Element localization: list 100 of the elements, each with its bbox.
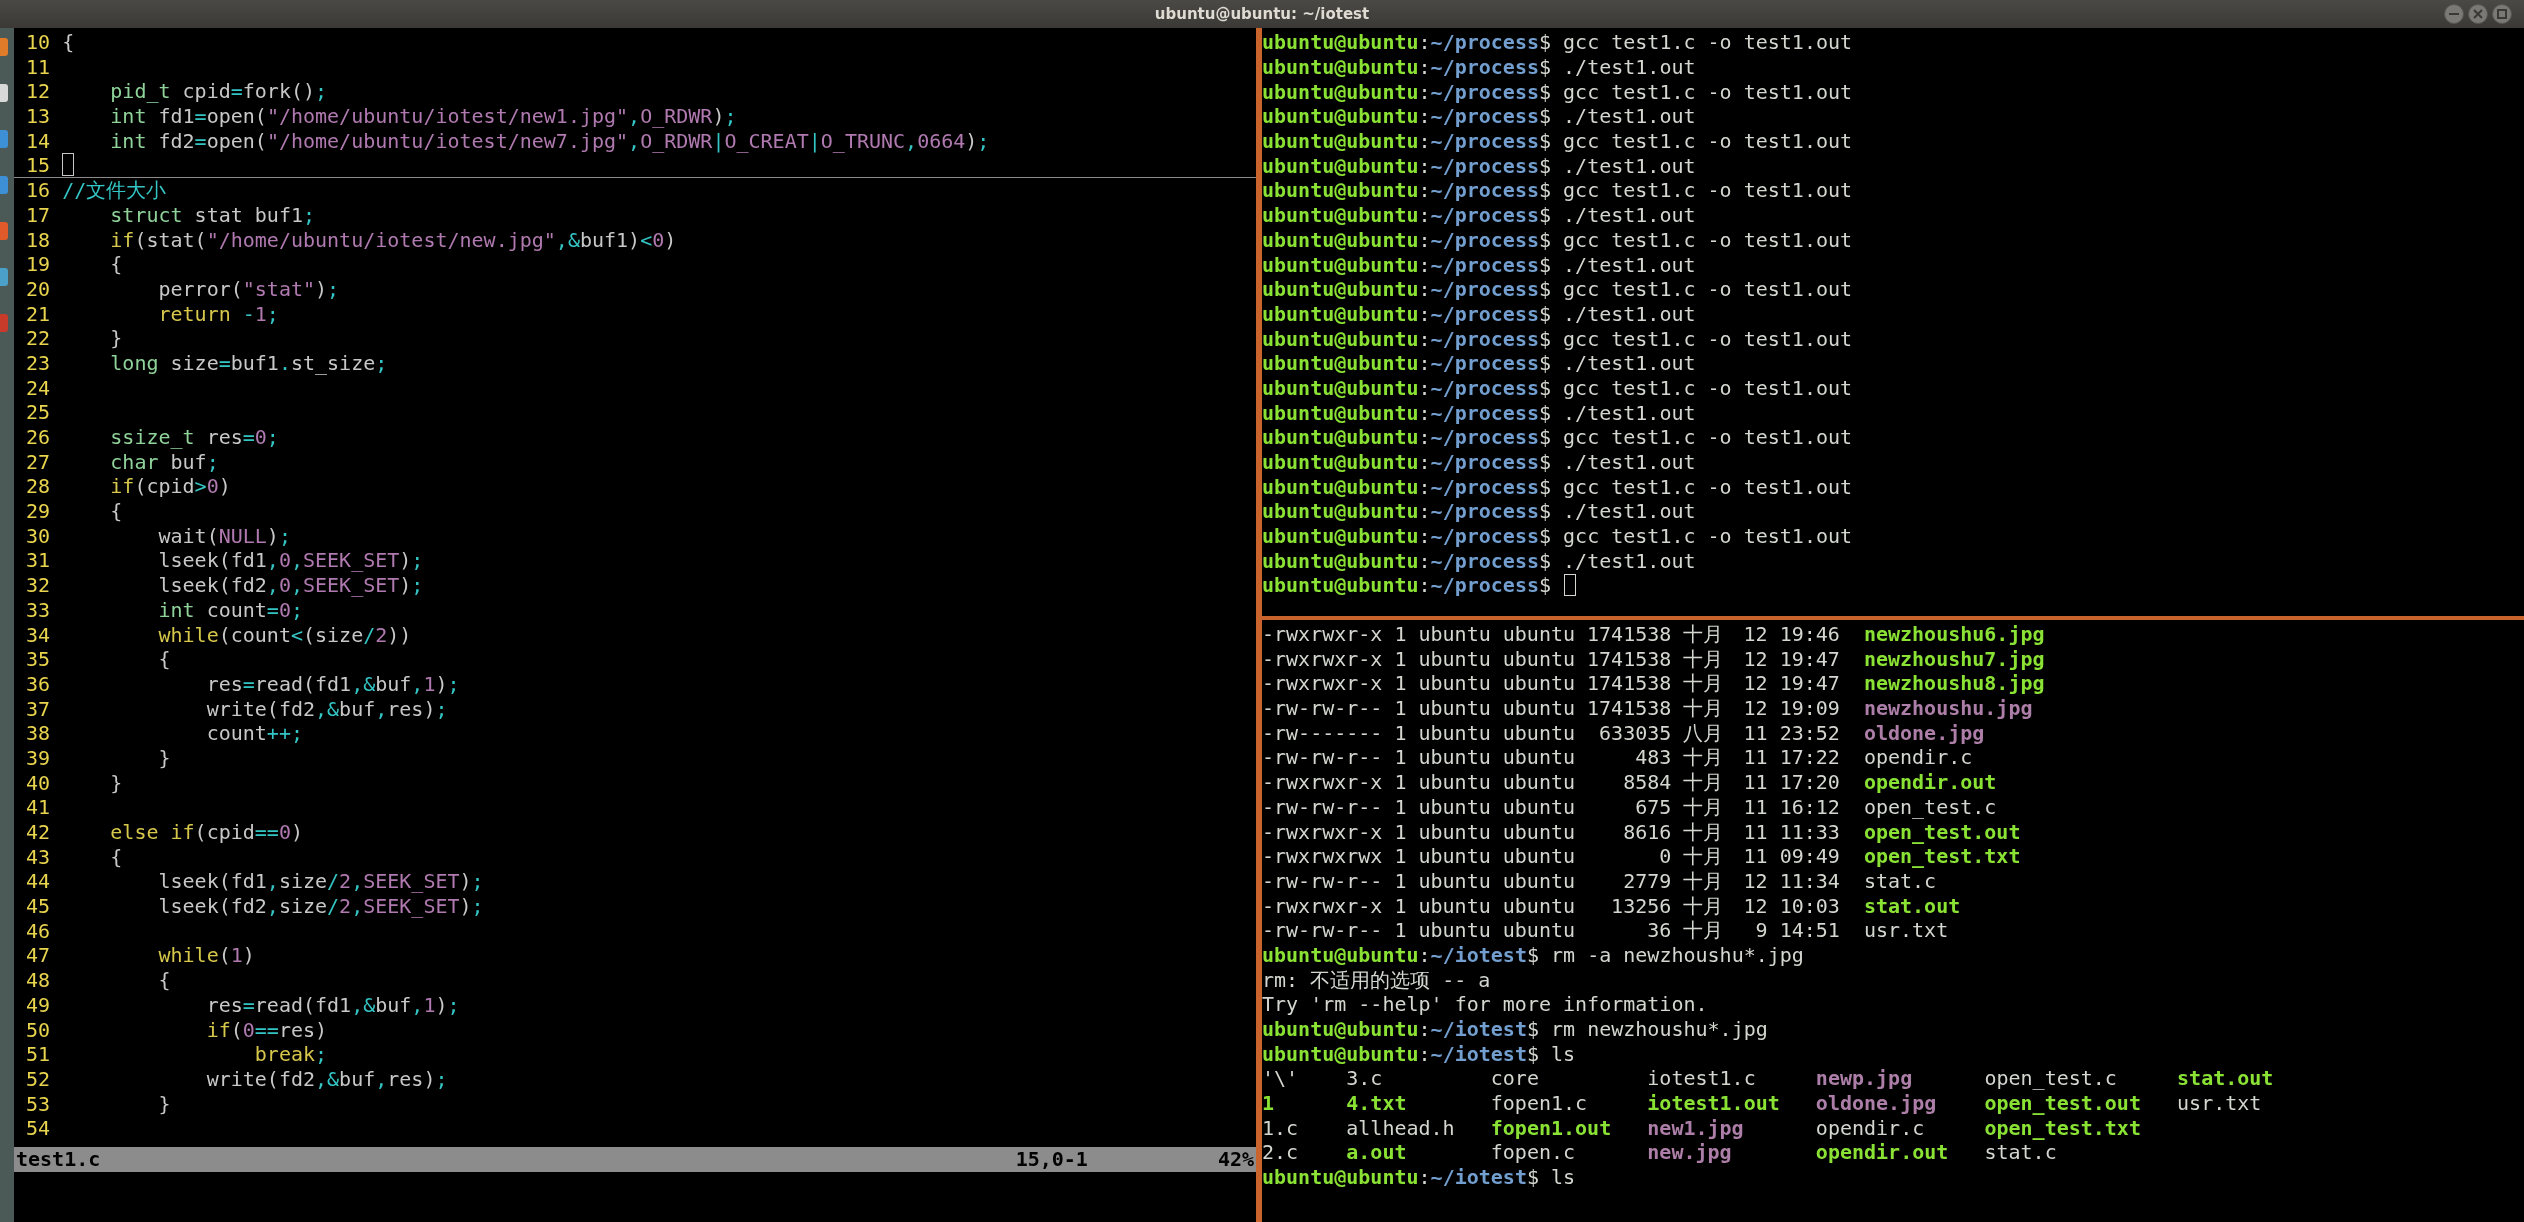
line-number: 47 (25, 943, 51, 969)
line-number: 44 (25, 869, 51, 895)
line-number: 17 (25, 202, 51, 228)
code-line: char buf; (109, 449, 219, 475)
code-line: } (157, 1091, 171, 1117)
line-number: 50 (25, 1017, 51, 1043)
line-number: 22 (25, 326, 51, 351)
code-line: ssize_t res=0; (109, 425, 279, 450)
code-line: if(0==res) (205, 1017, 328, 1043)
app-icon[interactable] (0, 176, 8, 194)
code-line: { (62, 30, 75, 55)
terminal-line: -rw-rw-r-- 1 ubuntu ubuntu 675 十月 11 16:12 open_test.c (1262, 794, 1997, 820)
terminal-line: ubuntu@ubuntu:~/process$ gcc test1.c -o test1.out (1262, 177, 1853, 205)
terminal-line: ubuntu@ubuntu:~/process$ ./test1.out (1262, 498, 1696, 526)
code-line: struct stat buf1; (109, 202, 316, 228)
terminal-line: -rw-rw-r-- 1 ubuntu ubuntu 36 十月 9 14:51 usr.txt (1262, 918, 1949, 943)
file-name: opendir.c (1815, 1115, 1925, 1140)
file-name: 2.c (1262, 1140, 1299, 1165)
line-number: 36 (25, 671, 51, 697)
code-line: int count=0; (157, 597, 303, 623)
terminal-line: ubuntu@ubuntu:~/process$ ./test1.out (1262, 399, 1696, 427)
file-name: newp.jpg (1815, 1066, 1913, 1091)
file-name: 1.c (1262, 1115, 1299, 1140)
terminal-line: -rwxrwxr-x 1 ubuntu ubuntu 8616 十月 11 11:33 open_test.out (1262, 819, 2021, 845)
line-number: 37 (25, 696, 51, 722)
line-number: 38 (25, 721, 51, 746)
line-number: 30 (25, 523, 51, 549)
terminal-line: Try 'rm --help' for more information. (1262, 992, 1708, 1017)
terminal-line: rm: 不适用的选项 -- a (1262, 967, 1491, 992)
app-icon[interactable] (0, 84, 8, 102)
app-icon[interactable] (0, 38, 8, 56)
line-number: 19 (25, 252, 51, 277)
close-icon (2473, 9, 2483, 19)
terminal-line: -rwxrwxr-x 1 ubuntu ubuntu 1741538 十月 12 19:47 newzhoushu7.jpg (1262, 646, 2045, 672)
cursor-position: 15,0-1 (1015, 1146, 1088, 1174)
line-number: 10 (25, 30, 51, 55)
terminal-line: -rwxrwxrwx 1 ubuntu ubuntu 0 十月 11 09:49 open_test.txt (1262, 844, 2021, 869)
code-line: lseek(fd2,size/2,SEEK_SET); (157, 894, 484, 919)
code-line: { (109, 252, 123, 277)
code-line: while(1) (157, 943, 255, 969)
line-number: 12 (25, 79, 51, 105)
line-number: 24 (25, 375, 51, 401)
line-number: 42 (25, 820, 51, 845)
terminal-line: ubuntu@ubuntu:~/iotest$ rm newzhoushu*.jpg (1262, 1016, 1768, 1044)
terminal-line: -rw-rw-r-- 1 ubuntu ubuntu 1741538 十月 12 19:09 newzhoushu.jpg (1262, 696, 2033, 721)
line-number: 41 (25, 795, 51, 820)
code-line: { (157, 968, 171, 993)
terminal-line: ubuntu@ubuntu:~/process$ gcc test1.c -o test1.out (1262, 325, 1853, 353)
code-line: int fd1=open("/home/ubuntu/iotest/new1.jpg",O_RDWR); (109, 104, 737, 129)
terminal-line: ubuntu@ubuntu:~/iotest$ rm -a newzhoushu*.jpg (1262, 942, 1804, 970)
line-number: 52 (25, 1066, 51, 1092)
terminal-line: -rwxrwxr-x 1 ubuntu ubuntu 1741538 十月 12 19:47 newzhoushu8.jpg (1262, 671, 2045, 697)
line-number: 46 (25, 918, 51, 944)
app-icon[interactable] (0, 268, 8, 286)
file-name: stat.out (2177, 1066, 2274, 1091)
file-name: fopen1.c (1490, 1091, 1588, 1116)
file-name: 1 (1262, 1091, 1275, 1116)
line-number: 35 (25, 647, 51, 672)
text-cursor (62, 153, 75, 177)
maximize-icon (2497, 9, 2507, 19)
terminal-line: ubuntu@ubuntu:~/process$ gcc test1.c -o test1.out (1262, 424, 1853, 452)
line-number: 25 (25, 400, 51, 425)
line-number: 16 (25, 178, 51, 203)
code-line: lseek(fd1,size/2,SEEK_SET); (157, 869, 484, 895)
minimize-button[interactable] (2444, 4, 2464, 24)
code-line: } (109, 770, 123, 796)
code-line: write(fd2,&buf,res); (205, 1066, 448, 1092)
file-name: core (1490, 1066, 1539, 1091)
code-line: else if(cpid==0) (109, 820, 303, 845)
terminal-line: -rw-rw-r-- 1 ubuntu ubuntu 483 十月 11 17:22 opendir.c (1262, 745, 1973, 771)
line-number: 40 (25, 770, 51, 796)
line-number: 31 (25, 548, 51, 574)
code-line: int fd2=open("/home/ubuntu/iotest/new7.jpg",O_RDWR|O_CREAT|O_TRUNC,0664); (109, 128, 990, 154)
app-icon[interactable] (0, 222, 8, 240)
line-number: 20 (25, 276, 51, 302)
terminal-line: -rwxrwxr-x 1 ubuntu ubuntu 8584 十月 11 17:20 opendir.out (1262, 770, 1997, 795)
code-line: pid_t cpid=fork(); (109, 79, 328, 105)
line-number: 26 (25, 425, 51, 450)
code-line: res=read(fd1,&buf,1); (205, 671, 460, 697)
line-number: 29 (25, 499, 51, 524)
code-line: { (109, 844, 123, 870)
line-number: 21 (25, 301, 51, 327)
terminal-line: ubuntu@ubuntu:~/process$ gcc test1.c -o test1.out (1262, 29, 1853, 57)
terminal-line: -rw-rw-r-- 1 ubuntu ubuntu 2779 十月 12 11:34 stat.c (1262, 868, 1937, 894)
file-name: stat.c (1984, 1140, 2057, 1165)
file-name: fopen.c (1490, 1140, 1576, 1165)
terminal-line: -rwxrwxr-x 1 ubuntu ubuntu 1741538 十月 12 19:46 newzhoushu6.jpg (1262, 622, 2045, 647)
maximize-button[interactable] (2492, 4, 2512, 24)
code-line: { (157, 647, 171, 672)
app-icon[interactable] (0, 314, 8, 332)
code-line: lseek(fd2,0,SEEK_SET); (157, 573, 424, 598)
code-line: count++; (205, 721, 303, 746)
scroll-percent: 42% (1217, 1146, 1254, 1174)
line-number: 54 (25, 1116, 51, 1141)
line-number: 51 (25, 1042, 51, 1067)
window-title: ubuntu@ubuntu: ~/iotest (1154, 3, 1370, 25)
code-line: long size=buf1.st_size; (109, 350, 388, 376)
line-number: 32 (25, 573, 51, 598)
app-icon[interactable] (0, 130, 8, 148)
close-button[interactable] (2468, 4, 2488, 24)
